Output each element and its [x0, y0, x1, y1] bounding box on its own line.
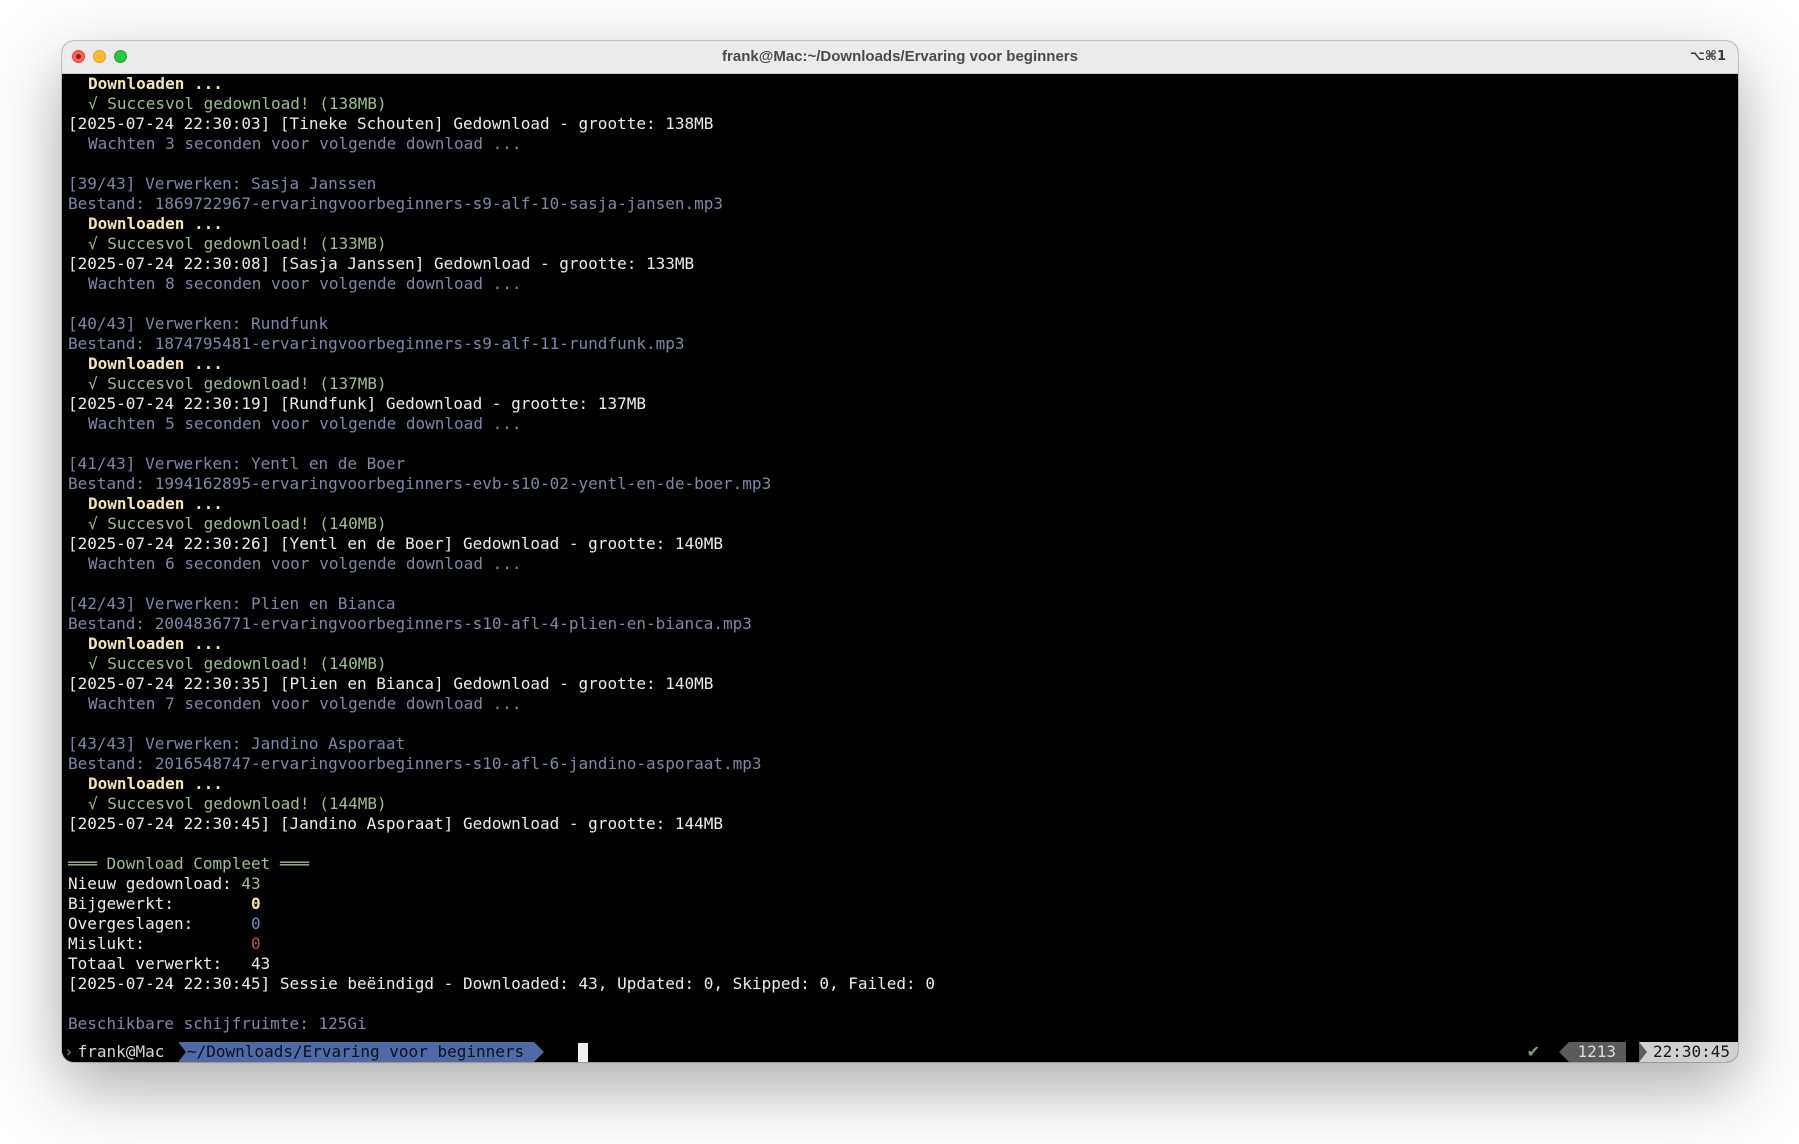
log-line: Downloaden ...: [88, 494, 223, 513]
log-line: √ Succesvol gedownload! (144MB): [88, 794, 387, 813]
window-title: frank@Mac:~/Downloads/Ervaring voor begi…: [722, 48, 1078, 65]
log-line: Wachten 7 seconden voor volgende downloa…: [88, 694, 522, 713]
log-line: Bestand: 1869722967-ervaringvoorbeginner…: [68, 194, 724, 213]
title-bar: frank@Mac:~/Downloads/Ervaring voor begi…: [62, 41, 1738, 74]
log-line: [41/43] Verwerken: Yentl en de Boer: [68, 454, 406, 473]
summary-skipped-value: 0: [251, 914, 261, 933]
log-line: [2025-07-24 22:30:03] [Tineke Schouten] …: [68, 114, 714, 133]
summary-header: ═══ Download Compleet ═══: [68, 854, 309, 873]
disk-space-line: Beschikbare schijfruimte: 125Gi: [68, 1014, 367, 1033]
log-line: √ Succesvol gedownload! (140MB): [88, 514, 387, 533]
log-line: [2025-07-24 22:30:45] [Jandino Asporaat]…: [68, 814, 724, 833]
terminal-window[interactable]: frank@Mac:~/Downloads/Ervaring voor begi…: [62, 41, 1738, 1062]
log-line: Bestand: 2004836771-ervaringvoorbeginner…: [68, 614, 752, 633]
log-line: [42/43] Verwerken: Plien en Bianca: [68, 594, 396, 613]
history-number-segment: 1213: [1559, 1042, 1626, 1062]
log-line: Wachten 3 seconden voor volgende downloa…: [88, 134, 522, 153]
summary-skipped-label: Overgeslagen:: [68, 914, 252, 933]
log-line: [39/43] Verwerken: Sasja Janssen: [68, 174, 377, 193]
summary-skipped-row: Overgeslagen: 0: [68, 914, 1732, 934]
log-line: [40/43] Verwerken: Rundfunk: [68, 314, 329, 333]
text-cursor[interactable]: [578, 1043, 588, 1062]
summary-updated-value: 0: [251, 894, 261, 913]
log-line: Bestand: 1994162895-ervaringvoorbeginner…: [68, 474, 772, 493]
summary-updated-row: Bijgewerkt: 0: [68, 894, 1732, 914]
terminal-output[interactable]: Downloaden ... √ Succesvol gedownload! (…: [68, 74, 1732, 1034]
log-line: √ Succesvol gedownload! (133MB): [88, 234, 387, 253]
log-line: Downloaden ...: [88, 214, 223, 233]
log-line: Wachten 8 seconden voor volgende downloa…: [88, 274, 522, 293]
shell-prompt[interactable]: › frank@Mac ~/Downloads/Ervaring voor beg…: [62, 1042, 1738, 1062]
prompt-marker-icon: ›: [64, 1042, 74, 1061]
log-line: Downloaden ...: [88, 774, 223, 793]
prompt-user-segment: › frank@Mac: [62, 1042, 165, 1062]
prompt-user-host: frank@Mac: [77, 1042, 165, 1061]
log-line: √ Succesvol gedownload! (140MB): [88, 654, 387, 673]
log-line: [2025-07-24 22:30:19] [Rundfunk] Gedownl…: [68, 394, 646, 413]
window-shortcut: ⌥⌘1: [1689, 49, 1726, 64]
log-line: Downloaden ...: [88, 634, 223, 653]
log-line: [2025-07-24 22:30:08] [Sasja Janssen] Ge…: [68, 254, 695, 273]
summary-new-value: 43: [241, 874, 261, 893]
log-line: [2025-07-24 22:30:35] [Plien en Bianca] …: [68, 674, 714, 693]
log-line: [43/43] Verwerken: Jandino Asporaat: [68, 734, 406, 753]
log-line: √ Succesvol gedownload! (138MB): [88, 94, 387, 113]
summary-total-row: Totaal verwerkt: 43: [68, 954, 1732, 974]
summary-new-label: Nieuw gedownload:: [68, 874, 242, 893]
summary-updated-label: Bijgewerkt:: [68, 894, 252, 913]
summary-failed-row: Mislukt: 0: [68, 934, 1732, 954]
prompt-path-segment: ~/Downloads/Ervaring voor beginners: [177, 1042, 545, 1062]
log-line: √ Succesvol gedownload! (137MB): [88, 374, 387, 393]
log-line: Wachten 6 seconden voor volgende downloa…: [88, 554, 522, 573]
log-line: Bestand: 2016548747-ervaringvoorbeginner…: [68, 754, 762, 773]
summary-total-label: Totaal verwerkt:: [68, 954, 252, 973]
log-line: Downloaden ...: [88, 74, 223, 93]
log-line: Downloaden ...: [88, 354, 223, 373]
log-line: [2025-07-24 22:30:26] [Yentl en de Boer]…: [68, 534, 724, 553]
log-line: Wachten 5 seconden voor volgende downloa…: [88, 414, 522, 433]
time-segment: 22:30:45: [1638, 1042, 1738, 1062]
log-line: Bestand: 1874795481-ervaringvoorbeginner…: [68, 334, 685, 353]
success-check-icon: ✔: [1526, 1042, 1540, 1061]
session-line: [2025-07-24 22:30:45] Sessie beëindigd -…: [68, 974, 935, 993]
summary-failed-label: Mislukt:: [68, 934, 252, 953]
summary-new-row: Nieuw gedownload: 43: [68, 874, 1732, 894]
summary-total-value: 43: [251, 954, 271, 973]
summary-failed-value: 0: [251, 934, 261, 953]
